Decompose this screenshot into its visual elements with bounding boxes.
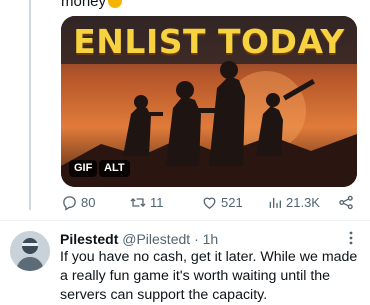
tweet-divider bbox=[0, 220, 370, 221]
reply-handle[interactable]: @Pilestedt bbox=[122, 231, 190, 247]
like-count: 521 bbox=[221, 195, 243, 210]
alt-badge[interactable]: ALT bbox=[99, 160, 130, 177]
thread-connector-line bbox=[29, 0, 31, 210]
repost-icon bbox=[130, 198, 146, 207]
reply-header: Pilestedt @Pilestedt · 1h bbox=[60, 230, 218, 248]
more-vertical-icon bbox=[349, 231, 353, 245]
reply-count: 80 bbox=[81, 195, 96, 210]
reply-text: If you have no cash, get it later. While… bbox=[60, 249, 358, 303]
views-chart-icon bbox=[269, 197, 281, 208]
reply-icon bbox=[63, 196, 76, 211]
reply-action[interactable]: 80 bbox=[61, 194, 95, 211]
repost-action[interactable]: 11 bbox=[129, 194, 164, 211]
tweet-media-gif[interactable]: ENLIST TODAY GIF ALT bbox=[61, 16, 357, 187]
views-action[interactable]: 21.3K bbox=[267, 194, 320, 211]
tweet-action-bar: 80 11 521 21.3K bbox=[61, 194, 357, 214]
more-options-button[interactable] bbox=[343, 230, 359, 246]
repost-count: 11 bbox=[150, 195, 164, 210]
avatar[interactable] bbox=[10, 231, 50, 271]
previous-tweet-text: money bbox=[61, 0, 123, 11]
share-nodes-icon bbox=[339, 195, 353, 210]
crying-face-emoji-icon bbox=[108, 0, 123, 8]
heart-icon bbox=[203, 197, 216, 209]
reply-timestamp[interactable]: 1h bbox=[203, 231, 219, 247]
avatar-image bbox=[10, 231, 50, 271]
reply-display-name[interactable]: Pilestedt bbox=[60, 231, 118, 247]
views-count: 21.3K bbox=[286, 195, 320, 210]
share-action[interactable] bbox=[337, 194, 355, 211]
like-action[interactable]: 521 bbox=[201, 194, 243, 211]
gif-badge: GIF bbox=[69, 160, 98, 177]
reply-separator: · bbox=[194, 231, 199, 247]
media-headline: ENLIST TODAY bbox=[73, 22, 345, 61]
